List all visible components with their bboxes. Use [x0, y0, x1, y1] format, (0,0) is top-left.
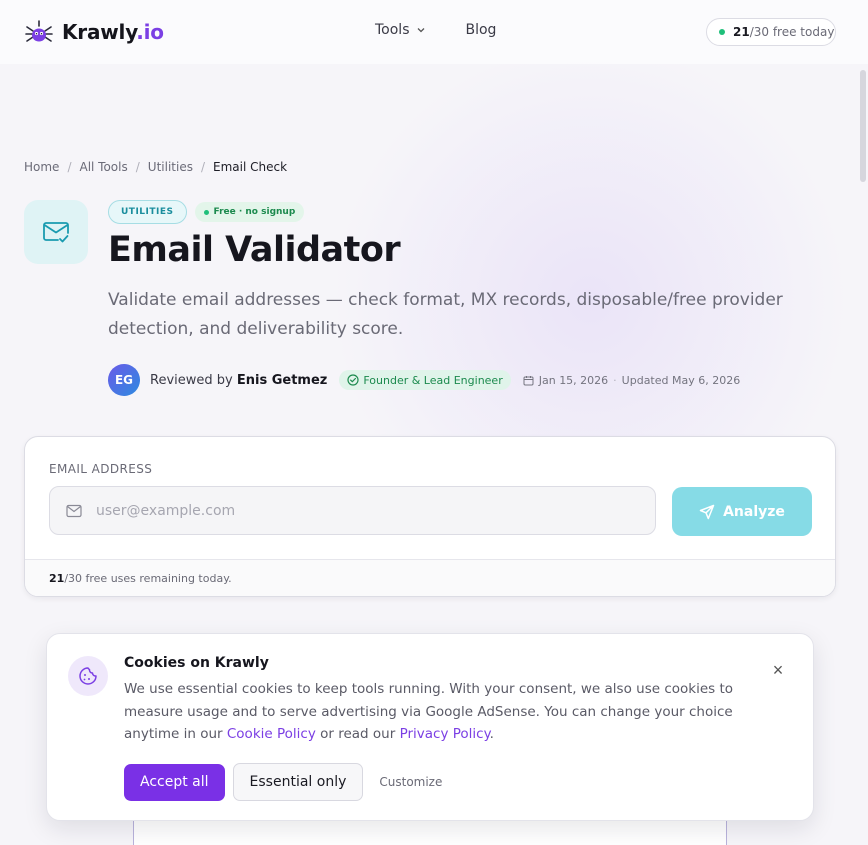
scrollbar-thumb[interactable] — [860, 70, 866, 182]
avatar: EG — [108, 364, 140, 396]
breadcrumb-current: Email Check — [213, 160, 288, 174]
chevron-down-icon — [417, 28, 424, 33]
category-tag[interactable]: UTILITIES — [108, 200, 187, 224]
mail-check-icon — [43, 222, 69, 243]
cookie-icon-badge — [68, 656, 108, 696]
free-badge-label: Free · no signup — [213, 207, 296, 217]
breadcrumb-separator: / — [67, 160, 72, 174]
published-date: Jan 15, 2026 — [538, 373, 609, 387]
analyze-button-label: Analyze — [723, 503, 785, 520]
send-icon — [699, 504, 715, 519]
cookie-actions: Accept all Essential only Customize — [124, 763, 446, 801]
email-field-label: EMAIL ADDRESS — [49, 462, 153, 476]
breadcrumb-utilities[interactable]: Utilities — [148, 160, 193, 174]
essential-only-button[interactable]: Essential only — [232, 763, 364, 801]
reviewed-by: Reviewed by Enis Getmez — [150, 372, 328, 388]
main-nav: Tools Blog — [375, 22, 496, 38]
tool-tags: UTILITIES Free · no signup — [108, 200, 305, 224]
nav-blog[interactable]: Blog — [466, 22, 497, 38]
free-badge: Free · no signup — [194, 202, 305, 222]
page-subtitle: Validate email addresses — check format,… — [108, 290, 783, 339]
email-input[interactable] — [96, 502, 616, 519]
check-circle-icon — [347, 374, 359, 386]
accept-all-button[interactable]: Accept all — [124, 763, 225, 801]
reviewer-row: EG Reviewed by Enis Getmez Founder & Lea… — [108, 364, 740, 396]
status-dot — [719, 29, 725, 35]
privacy-policy-link[interactable]: Privacy Policy — [400, 726, 490, 742]
brand-logo[interactable]: Krawly.io — [24, 18, 164, 46]
breadcrumb-all-tools[interactable]: All Tools — [79, 160, 127, 174]
analyze-button[interactable]: Analyze — [672, 487, 812, 536]
page-title: Email Validator — [108, 230, 401, 270]
email-field[interactable] — [49, 486, 656, 535]
breadcrumb-separator: / — [135, 160, 140, 174]
role-badge: Founder & Lead Engineer — [339, 370, 511, 390]
close-icon[interactable]: × — [768, 658, 788, 682]
nav-blog-label: Blog — [465, 22, 497, 38]
mail-icon — [66, 504, 82, 517]
status-dot — [203, 209, 209, 215]
quota-pill: 21/30 free today — [706, 18, 836, 46]
breadcrumb-home[interactable]: Home — [24, 160, 59, 174]
email-form-card: EMAIL ADDRESS Analyze 21/30 free uses re… — [24, 436, 836, 597]
brand-name: Krawly.io — [62, 20, 164, 44]
cookie-icon — [79, 667, 97, 685]
customize-button[interactable]: Customize — [375, 767, 446, 797]
site-header: Krawly.io Tools Blog 21/30 free today — [0, 0, 868, 64]
cookie-message: We use essential cookies to keep tools r… — [124, 681, 734, 742]
date-separator: · — [613, 373, 617, 387]
cookie-banner: Cookies on Krawly We use essential cooki… — [46, 633, 814, 821]
quota-text: 21/30 free today — [733, 25, 835, 39]
cookie-policy-link[interactable]: Cookie Policy — [227, 726, 316, 742]
publish-dates: Jan 15, 2026 · Updated May 6, 2026 — [523, 374, 740, 387]
breadcrumb-separator: / — [200, 160, 206, 174]
breadcrumb: Home / All Tools / Utilities / Email Che… — [24, 160, 287, 174]
nav-tools-label: Tools — [375, 22, 410, 38]
usage-footer: 21/30 free uses remaining today. — [25, 559, 835, 596]
nav-tools[interactable]: Tools — [375, 22, 426, 38]
spider-icon — [25, 20, 53, 42]
updated-date: Updated May 6, 2026 — [621, 373, 741, 387]
calendar-icon — [523, 375, 534, 385]
cookie-title: Cookies on Krawly — [124, 655, 269, 671]
role-label: Founder & Lead Engineer — [363, 373, 503, 387]
tool-icon-tile — [24, 200, 88, 264]
